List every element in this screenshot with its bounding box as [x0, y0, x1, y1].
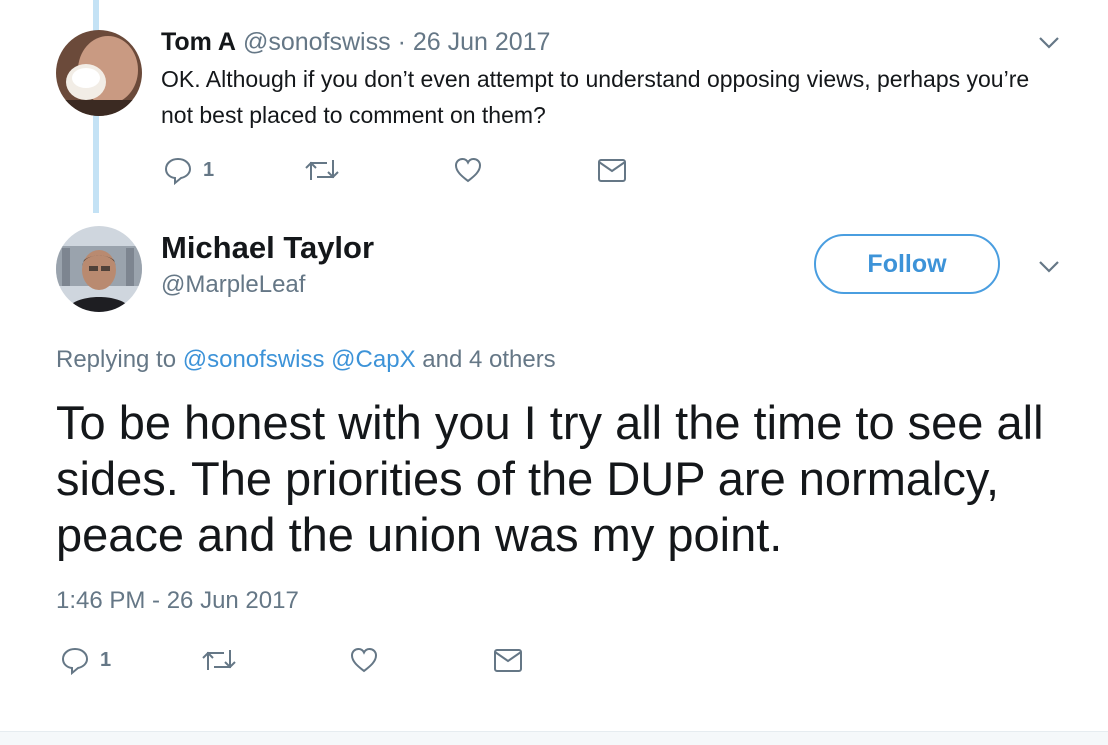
- tweet-text: To be honest with you I try all the time…: [56, 396, 1044, 561]
- like-button[interactable]: [453, 155, 483, 185]
- mention-link[interactable]: @sonofswiss: [183, 346, 325, 373]
- heart-icon: [454, 157, 482, 183]
- avatar-tom-a[interactable]: [56, 30, 142, 116]
- retweet-button[interactable]: [202, 645, 236, 675]
- parent-author-name[interactable]: Tom A: [161, 28, 236, 56]
- envelope-icon: [598, 159, 626, 182]
- heart-icon: [350, 647, 378, 673]
- parent-tweet-header: Tom A @sonofswiss · 26 Jun 2017: [161, 27, 550, 57]
- reply-button[interactable]: 1: [163, 155, 214, 185]
- chevron-down-icon[interactable]: [1038, 36, 1060, 50]
- parent-tweet-date[interactable]: 26 Jun 2017: [413, 28, 551, 56]
- reply-icon: [61, 647, 89, 675]
- reply-count: 1: [100, 648, 112, 671]
- parent-author-handle[interactable]: @sonofswiss: [243, 28, 391, 56]
- reply-count: 1: [203, 158, 215, 181]
- author-handle[interactable]: @MarpleLeaf: [161, 270, 305, 300]
- replying-others-link[interactable]: and 4 others: [422, 346, 555, 373]
- retweet-icon: [202, 650, 236, 670]
- author-name[interactable]: Michael Taylor: [161, 229, 374, 267]
- follow-button[interactable]: Follow: [814, 234, 1000, 294]
- retweet-icon: [305, 160, 339, 180]
- avatar-michael-taylor[interactable]: [56, 226, 142, 312]
- like-button[interactable]: [349, 645, 379, 675]
- replying-prefix: Replying to: [56, 346, 177, 373]
- mention-link[interactable]: @CapX: [331, 346, 415, 373]
- footer-divider: [0, 731, 1108, 745]
- retweet-button[interactable]: [305, 155, 339, 185]
- chevron-down-icon[interactable]: [1038, 260, 1060, 274]
- direct-message-button[interactable]: [597, 155, 627, 185]
- direct-message-button[interactable]: [493, 645, 523, 675]
- tweet-timestamp[interactable]: 1:46 PM - 26 Jun 2017: [56, 586, 299, 616]
- parent-tweet-text: OK. Although if you don’t even attempt t…: [161, 66, 1030, 128]
- envelope-icon: [494, 649, 522, 672]
- replying-to-line: Replying to @sonofswiss @CapX and 4 othe…: [56, 344, 556, 376]
- header-separator: ·: [397, 28, 406, 56]
- reply-button[interactable]: 1: [60, 645, 111, 675]
- reply-icon: [164, 157, 192, 185]
